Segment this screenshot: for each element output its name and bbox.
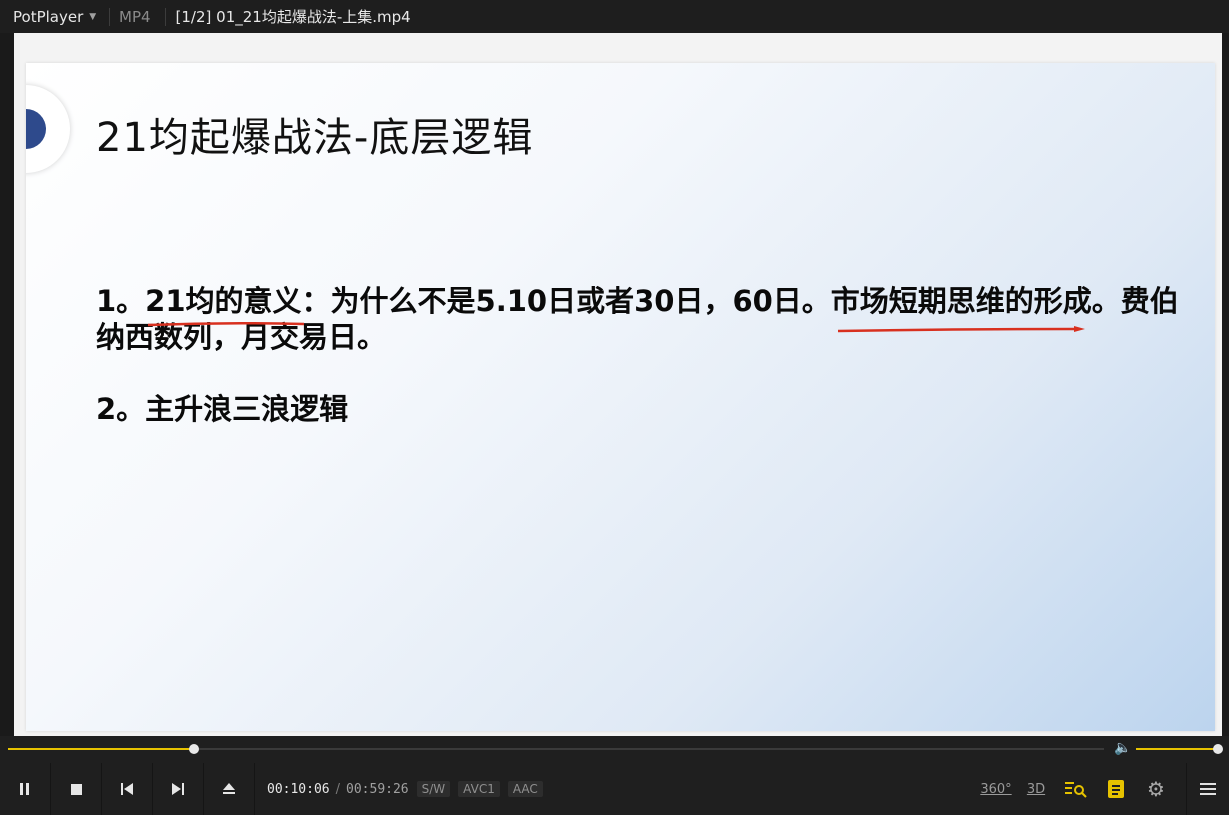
volume-level <box>1136 748 1218 750</box>
slide-point-1: 1。21均的意义：为什么不是5.10日或者30日，60日。市场短期思维的形成。费… <box>96 284 1179 354</box>
slide-title: 21均起爆战法-底层逻辑 <box>96 115 534 161</box>
slide-decoration-circle <box>26 85 70 173</box>
file-title: [1/2] 01_21均起爆战法-上集.mp4 <box>175 8 411 26</box>
video-slide: 21均起爆战法-底层逻辑 1。21均的意义：为什么不是5.10日或者30日，60… <box>26 63 1215 731</box>
360-icon: 360° <box>980 781 1012 797</box>
title-bar: PotPlayer ▼ MP4 [1/2] 01_21均起爆战法-上集.mp4 <box>0 0 1229 33</box>
playlist-search-icon <box>1065 782 1087 798</box>
360-mode-button[interactable]: 360° <box>976 782 1016 797</box>
player-controls: 🔈 00:10:06 / 00:59:26 S/W AVC1 AAC 360° <box>0 736 1229 815</box>
app-menu-button[interactable]: PotPlayer ▼ <box>0 0 109 33</box>
current-time: 00:10:06 <box>267 781 330 797</box>
app-name: PotPlayer <box>13 7 84 26</box>
main-menu-button[interactable] <box>1186 763 1229 815</box>
subtitle-button[interactable] <box>1096 780 1136 798</box>
volume-slider[interactable] <box>1136 744 1223 754</box>
playlist-search-button[interactable] <box>1056 780 1096 798</box>
volume-handle[interactable] <box>1213 744 1223 754</box>
red-arrow-annotation <box>837 326 1085 333</box>
next-icon <box>172 783 184 795</box>
slide-point-2: 2。主升浪三浪逻辑 <box>96 392 349 426</box>
time-separator: / <box>335 781 341 797</box>
3d-mode-button[interactable]: 3D <box>1016 782 1056 797</box>
previous-button[interactable] <box>102 763 153 815</box>
pause-button[interactable] <box>0 763 51 815</box>
next-button[interactable] <box>153 763 204 815</box>
audio-codec-badge[interactable]: AAC <box>507 781 543 797</box>
eject-button[interactable] <box>204 763 255 815</box>
seek-bar-handle[interactable] <box>189 744 200 754</box>
hamburger-menu-icon <box>1200 783 1216 795</box>
gear-icon: ⚙ <box>1147 777 1165 801</box>
chevron-down-icon: ▼ <box>89 11 97 22</box>
total-duration: 00:59:26 <box>346 781 409 797</box>
pause-icon <box>20 783 29 795</box>
settings-button[interactable]: ⚙ <box>1136 777 1176 801</box>
eject-icon <box>223 783 235 794</box>
seek-bar[interactable] <box>8 744 1104 754</box>
format-label: MP4 <box>119 7 151 26</box>
subtitle-icon <box>1108 780 1124 798</box>
seek-bar-progress <box>8 748 195 750</box>
decoder-badge[interactable]: S/W <box>416 781 451 797</box>
3d-icon: 3D <box>1026 781 1046 797</box>
stop-icon <box>70 783 82 795</box>
volume-icon[interactable]: 🔈 <box>1114 740 1131 756</box>
video-codec-badge[interactable]: AVC1 <box>458 781 500 797</box>
red-underline-annotation <box>147 321 305 327</box>
previous-icon <box>121 783 133 795</box>
stop-button[interactable] <box>51 763 102 815</box>
